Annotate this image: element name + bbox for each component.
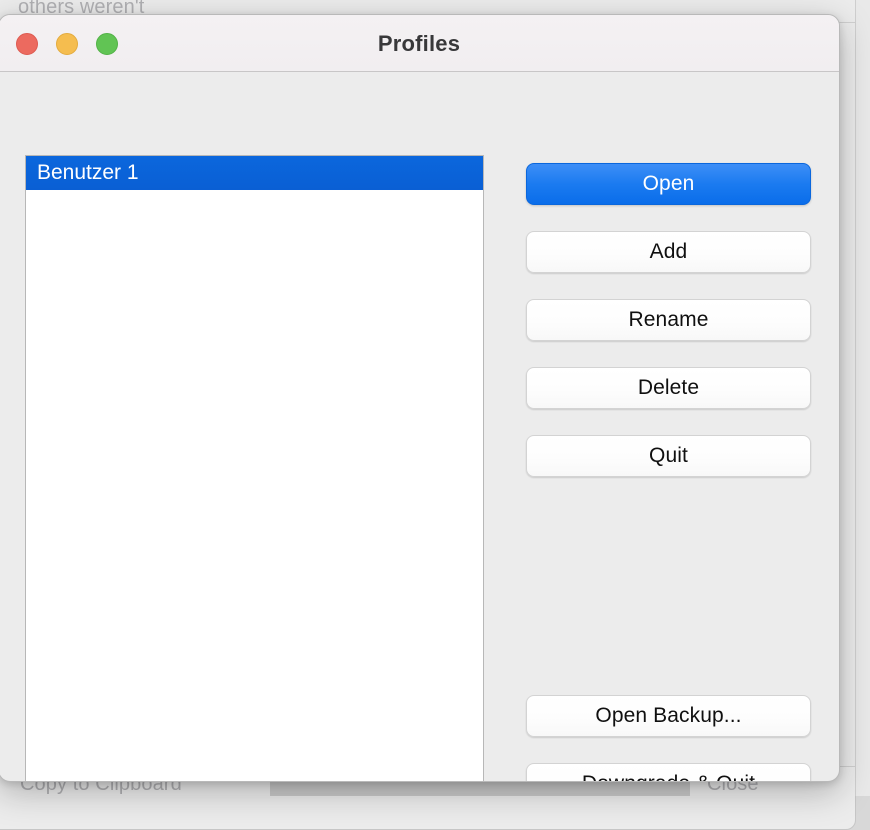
dialog-body: Benutzer 1 Open Add Rename Delete Quit O… — [0, 72, 839, 781]
downgrade-and-quit-button[interactable]: Downgrade & Quit — [526, 763, 811, 781]
open-button[interactable]: Open — [526, 163, 811, 205]
dialog-titlebar[interactable]: Profiles — [0, 15, 839, 72]
action-button-column: Open Add Rename Delete Quit Open Backup.… — [526, 72, 811, 781]
list-item[interactable]: Benutzer 1 — [26, 156, 483, 190]
background-right-strip — [855, 0, 870, 796]
open-backup-button[interactable]: Open Backup... — [526, 695, 811, 737]
profile-list[interactable]: Benutzer 1 — [25, 155, 484, 781]
profiles-dialog: Profiles Benutzer 1 Open Add Rename Dele… — [0, 14, 840, 782]
rename-button[interactable]: Rename — [526, 299, 811, 341]
dialog-title: Profiles — [377, 31, 461, 56]
quit-button[interactable]: Quit — [526, 435, 811, 477]
add-button[interactable]: Add — [526, 231, 811, 273]
delete-button[interactable]: Delete — [526, 367, 811, 409]
